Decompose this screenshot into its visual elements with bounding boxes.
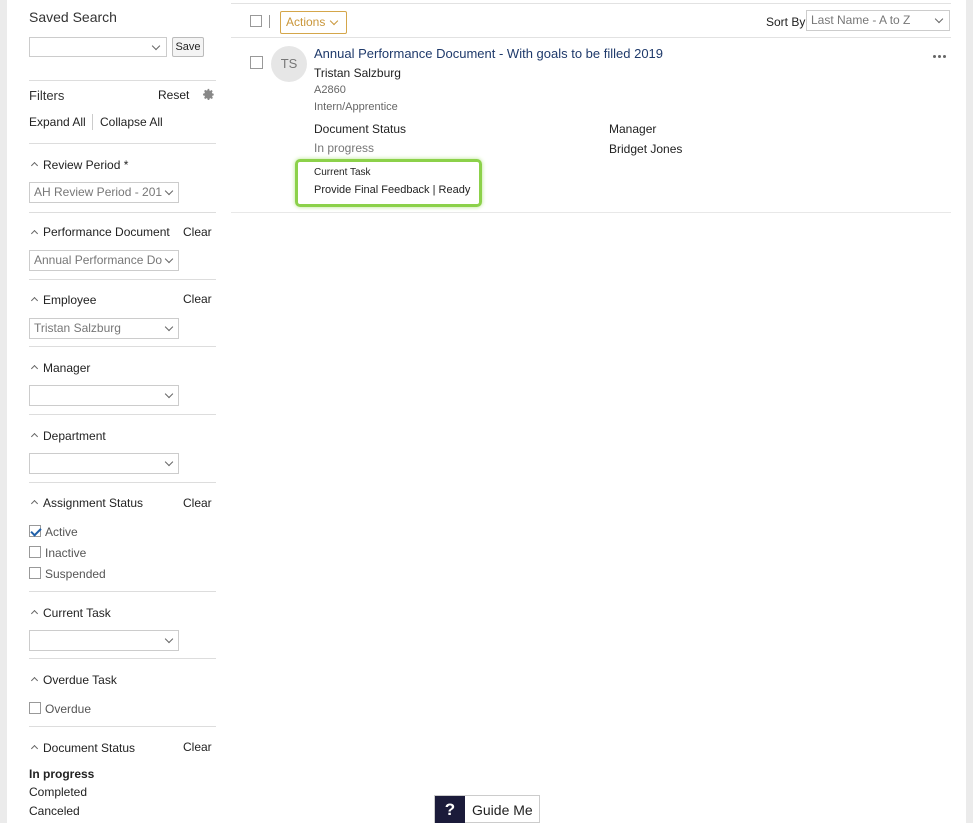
avatar: TS	[271, 46, 307, 82]
department-title[interactable]: Department	[43, 429, 106, 443]
help-icon: ?	[435, 796, 465, 823]
divider	[231, 37, 951, 38]
active-label: Active	[45, 525, 78, 539]
chevron-up-icon[interactable]	[30, 296, 39, 305]
employee-value: Tristan Salzburg	[34, 321, 121, 335]
manager-select[interactable]	[29, 385, 179, 406]
employee-name: Tristan Salzburg	[314, 66, 401, 80]
review-period-title[interactable]: Review Period *	[43, 158, 128, 172]
chevron-up-icon[interactable]	[30, 676, 39, 685]
divider	[29, 414, 216, 415]
manager-value: Bridget Jones	[609, 142, 683, 156]
chevron-down-icon	[934, 14, 944, 24]
employee-role: Intern/Apprentice	[314, 101, 398, 113]
divider	[29, 212, 216, 213]
document-status-value: In progress	[314, 141, 375, 155]
manager-title[interactable]: Manager	[43, 361, 90, 375]
divider	[29, 279, 216, 280]
saved-search-select[interactable]	[29, 37, 167, 57]
results-panel: Actions Sort By Last Name - A to Z TS An…	[231, 0, 951, 823]
reset-link[interactable]: Reset	[158, 88, 189, 102]
divider	[29, 346, 216, 347]
overdue-checkbox[interactable]	[29, 702, 41, 714]
current-task-title[interactable]: Current Task	[43, 606, 111, 620]
review-period-value: AH Review Period - 2019	[34, 185, 162, 199]
actions-label: Actions	[286, 15, 326, 29]
document-title-link[interactable]: Annual Performance Document - With goals…	[314, 46, 663, 61]
chevron-down-icon	[164, 457, 174, 467]
document-status-canceled[interactable]: Canceled	[29, 804, 80, 818]
sort-by-value: Last Name - A to Z	[811, 13, 911, 27]
divider	[29, 726, 216, 727]
chevron-down-icon	[164, 254, 174, 264]
link-separator	[92, 114, 93, 130]
chevron-down-icon	[329, 16, 339, 26]
overdue-label: Overdue	[45, 702, 92, 716]
chevron-up-icon[interactable]	[30, 229, 39, 238]
toolbar-separator	[269, 15, 270, 28]
clear-assignment-status-link[interactable]: Clear	[183, 496, 212, 510]
performance-document-value: Annual Performance Document - With goals…	[34, 253, 162, 267]
chevron-down-icon	[164, 186, 174, 196]
gear-icon[interactable]	[202, 88, 215, 101]
employee-select[interactable]: Tristan Salzburg	[29, 318, 179, 339]
document-status-title[interactable]: Document Status	[43, 741, 135, 755]
clear-performance-document-link[interactable]: Clear	[183, 225, 212, 239]
actions-button[interactable]: Actions	[280, 11, 347, 34]
page: Saved Search Save Filters Reset Expand A…	[7, 0, 966, 823]
current-task-value[interactable]: Provide Final Feedback | Ready	[314, 184, 470, 196]
saved-search-title: Saved Search	[29, 9, 117, 25]
chevron-up-icon[interactable]	[30, 161, 39, 170]
document-status-in-progress[interactable]: In progress	[29, 767, 94, 781]
expand-all-link[interactable]: Expand All	[29, 115, 86, 129]
suspended-label: Suspended	[45, 567, 106, 581]
chevron-down-icon	[164, 634, 174, 644]
chevron-up-icon[interactable]	[30, 744, 39, 753]
review-period-select[interactable]: AH Review Period - 2019	[29, 182, 179, 203]
clear-employee-link[interactable]: Clear	[183, 292, 212, 306]
select-all-checkbox[interactable]	[250, 15, 262, 27]
sort-by-label: Sort By	[766, 15, 806, 29]
guide-me-label: Guide Me	[472, 802, 533, 818]
document-status-label: Document Status	[314, 122, 407, 136]
overdue-task-title[interactable]: Overdue Task	[43, 673, 117, 687]
inactive-label: Inactive	[45, 546, 87, 560]
divider	[29, 658, 216, 659]
guide-me-button[interactable]: ? Guide Me	[434, 795, 540, 823]
filters-title: Filters	[29, 88, 65, 103]
performance-document-select[interactable]: Annual Performance Document - With goals…	[29, 250, 179, 271]
performance-document-title[interactable]: Performance Document	[43, 225, 170, 239]
inactive-checkbox[interactable]	[29, 546, 41, 558]
active-checkbox[interactable]	[29, 525, 41, 537]
employee-id: A2860	[314, 84, 346, 96]
chevron-down-icon	[151, 41, 161, 51]
divider	[29, 143, 216, 144]
divider	[231, 212, 951, 213]
sort-by-select[interactable]: Last Name - A to Z	[806, 10, 950, 31]
more-options-icon[interactable]	[933, 55, 949, 59]
chevron-up-icon[interactable]	[30, 364, 39, 373]
chevron-up-icon[interactable]	[30, 499, 39, 508]
divider	[29, 591, 216, 592]
chevron-up-icon[interactable]	[30, 432, 39, 441]
chevron-down-icon	[164, 389, 174, 399]
divider	[231, 3, 951, 4]
row-checkbox[interactable]	[250, 56, 263, 69]
chevron-up-icon[interactable]	[30, 609, 39, 618]
chevron-down-icon	[164, 322, 174, 332]
suspended-checkbox[interactable]	[29, 567, 41, 579]
department-select[interactable]	[29, 453, 179, 474]
divider	[29, 80, 216, 81]
save-button[interactable]: Save	[172, 37, 204, 57]
filter-sidebar: Saved Search Save Filters Reset Expand A…	[7, 0, 216, 823]
assignment-status-title[interactable]: Assignment Status	[43, 496, 143, 510]
document-status-completed[interactable]: Completed	[29, 785, 87, 799]
clear-document-status-link[interactable]: Clear	[183, 740, 212, 754]
current-task-label: Current Task	[314, 167, 371, 178]
divider	[29, 482, 216, 483]
collapse-all-link[interactable]: Collapse All	[100, 115, 163, 129]
employee-title[interactable]: Employee	[43, 293, 96, 307]
current-task-select[interactable]	[29, 630, 179, 651]
manager-label: Manager	[609, 122, 657, 136]
